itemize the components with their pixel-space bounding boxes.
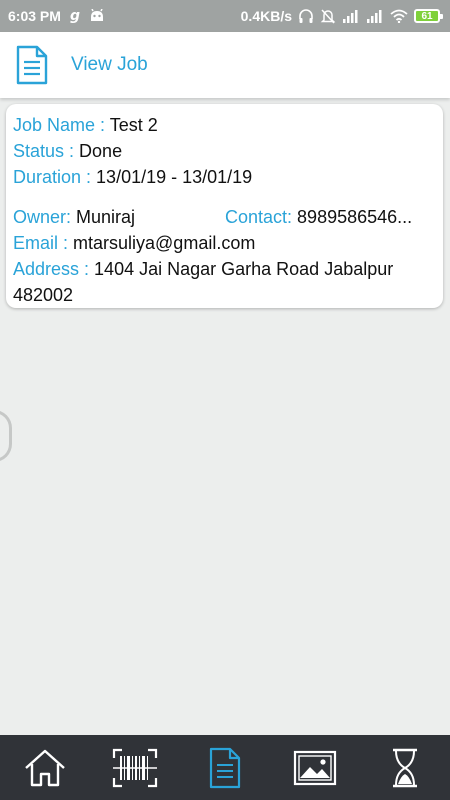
nav-history[interactable] (375, 738, 435, 798)
job-name-value: Test 2 (109, 115, 158, 135)
status-bar-left: 6:03 PM g (8, 8, 105, 24)
page-title: View Job (71, 54, 148, 75)
bottom-nav (0, 735, 450, 800)
card-spacer (13, 190, 436, 204)
battery-level: 61 (421, 10, 433, 22)
app-bar: View Job (0, 32, 450, 98)
duration-row: Duration : 13/01/19 - 13/01/19 (13, 164, 436, 190)
address-row: Address : 1404 Jai Nagar Garha Road Jaba… (13, 256, 436, 308)
status-value: Done (79, 141, 123, 161)
document-icon (16, 45, 48, 85)
duration-label: Duration : (13, 167, 97, 187)
document-icon (209, 747, 241, 789)
nav-gallery[interactable] (285, 738, 345, 798)
status-bar: 6:03 PM g 0.4KB/s 61 (0, 0, 450, 32)
android-icon (89, 9, 105, 23)
status-label: Status : (13, 141, 80, 161)
home-icon (24, 748, 66, 788)
nav-jobs[interactable] (195, 738, 255, 798)
status-bar-right: 0.4KB/s 61 (240, 8, 443, 24)
job-name-row: Job Name : Test 2 (13, 112, 436, 138)
email-label: Email : (13, 233, 74, 253)
job-name-label: Job Name : (13, 115, 110, 135)
signal-icon (342, 9, 360, 23)
email-value[interactable]: mtarsuliya@gmail.com (73, 233, 255, 253)
wifi-icon (390, 9, 408, 23)
email-row: Email : mtarsuliya@gmail.com (13, 230, 436, 256)
job-card[interactable]: Job Name : Test 2 Status : Done Duration… (6, 104, 443, 308)
owner-field: Owner: Muniraj (13, 204, 225, 230)
duration-value: 13/01/19 - 13/01/19 (96, 167, 253, 187)
owner-value: Muniraj (76, 207, 136, 227)
owner-contact-row: Owner: Muniraj Contact: 8989586546... (13, 204, 436, 230)
owner-label: Owner: (13, 207, 77, 227)
hourglass-icon (390, 747, 420, 789)
battery-icon: 61 (414, 9, 443, 23)
nav-scan[interactable] (105, 738, 165, 798)
contact-value[interactable]: 8989586546... (297, 207, 412, 227)
contact-field[interactable]: Contact: 8989586546... (225, 204, 436, 230)
mute-icon (320, 8, 336, 24)
status-row: Status : Done (13, 138, 436, 164)
g-icon: g (69, 8, 81, 24)
headphone-icon (298, 8, 314, 24)
svg-text:g: g (70, 8, 80, 24)
contact-label: Contact: (225, 207, 298, 227)
network-speed: 0.4KB/s (240, 8, 292, 24)
barcode-scan-icon (112, 748, 158, 788)
gallery-icon (293, 750, 337, 786)
status-time: 6:03 PM (8, 8, 61, 24)
address-label: Address : (13, 259, 95, 279)
drawer-handle[interactable] (0, 410, 12, 462)
signal-icon (366, 9, 384, 23)
nav-home[interactable] (15, 738, 75, 798)
